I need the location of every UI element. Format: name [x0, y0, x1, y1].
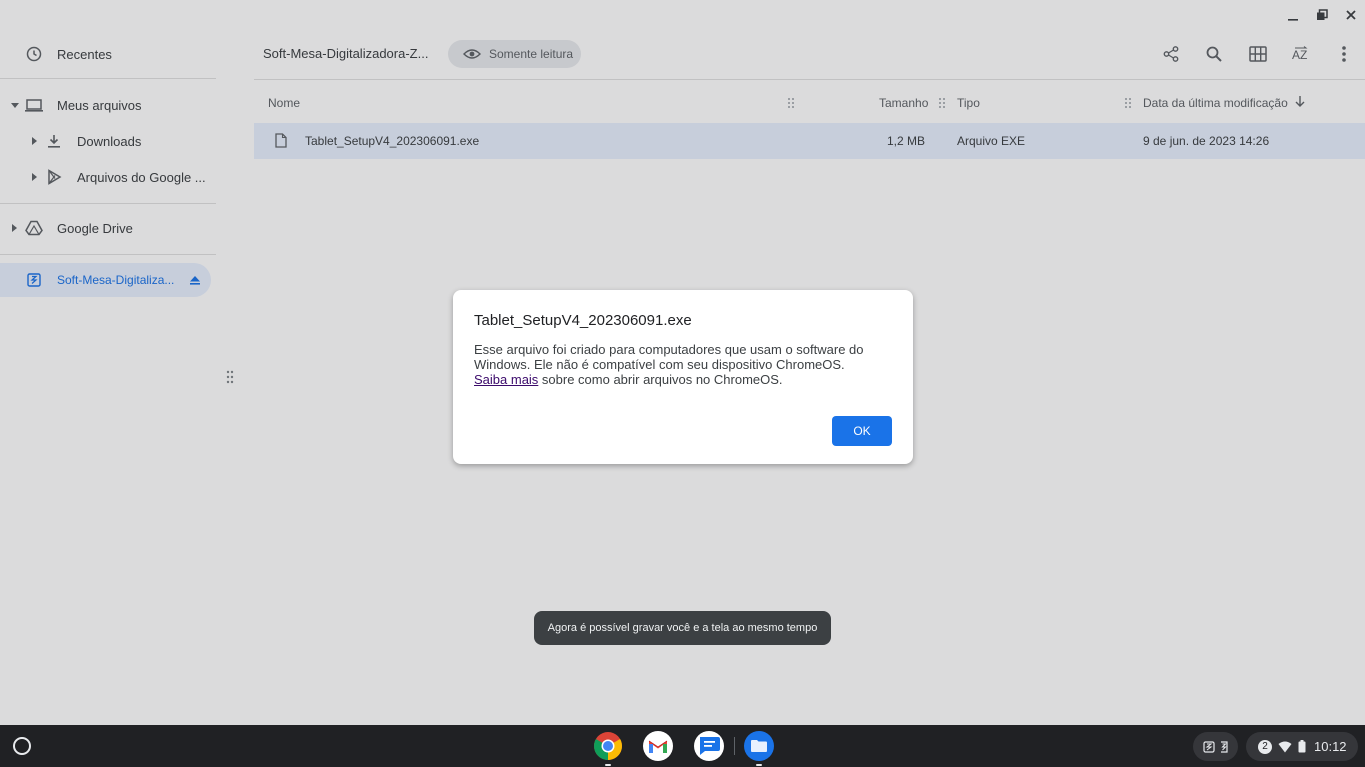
incompatible-file-dialog: Tablet_SetupV4_202306091.exe Esse arquiv… — [453, 290, 913, 464]
wifi-icon — [1278, 741, 1292, 753]
dialog-message-text: Esse arquivo foi criado para computadore… — [474, 342, 864, 372]
toast-notification: Agora é possível gravar você e a tela ao… — [534, 611, 831, 645]
tote-pill[interactable] — [1193, 732, 1238, 761]
shelf: 2 10:12 — [0, 725, 1365, 767]
chrome-icon[interactable] — [593, 731, 623, 766]
toast-text: Agora é possível gravar você e a tela ao… — [547, 622, 818, 634]
gmail-icon[interactable] — [643, 731, 673, 761]
clock-time: 10:12 — [1314, 739, 1347, 754]
status-area[interactable]: 2 10:12 — [1246, 732, 1358, 761]
learn-more-link[interactable]: Saiba mais — [474, 372, 538, 387]
launcher-icon[interactable] — [11, 735, 33, 757]
dialog-message-text-end: sobre como abrir arquivos no ChromeOS. — [538, 372, 783, 387]
battery-icon — [1298, 740, 1306, 753]
ok-button[interactable]: OK — [832, 416, 892, 446]
messages-icon[interactable] — [694, 731, 724, 761]
dialog-message: Esse arquivo foi criado para computadore… — [474, 342, 874, 387]
files-icon[interactable] — [744, 731, 774, 766]
notification-count: 2 — [1258, 739, 1272, 754]
dialog-title: Tablet_SetupV4_202306091.exe — [474, 312, 692, 329]
archive-icon — [1219, 740, 1229, 753]
running-indicator — [605, 764, 611, 766]
archive-icon — [1202, 740, 1215, 753]
running-indicator — [756, 764, 762, 766]
shelf-separator — [734, 737, 735, 755]
